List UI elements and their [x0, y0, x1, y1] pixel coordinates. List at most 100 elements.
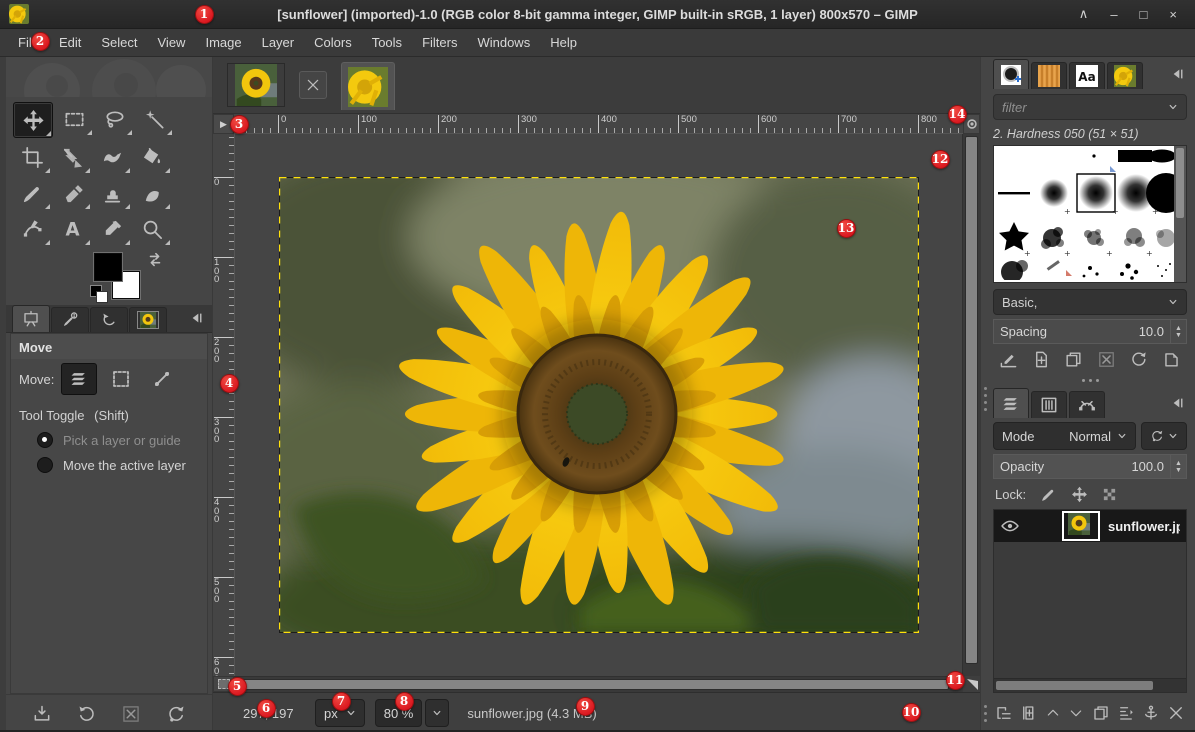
tab-tool-options[interactable] — [12, 305, 50, 332]
spacing-spinner[interactable]: ▲ ▼ — [1170, 320, 1186, 343]
layer-list-scrollbar[interactable] — [994, 678, 1186, 692]
brush-grid[interactable]: + + + + + + + — [993, 145, 1187, 283]
lower-layer-icon[interactable] — [1068, 705, 1084, 721]
reset-preset-icon[interactable] — [166, 704, 186, 724]
sunflower-image[interactable] — [279, 177, 919, 633]
move-path-button[interactable] — [145, 364, 179, 394]
free-select-tool[interactable] — [95, 102, 133, 136]
new-layer-group-icon[interactable] — [1020, 704, 1038, 722]
tab-channels[interactable] — [1031, 391, 1067, 418]
color-picker-tool[interactable] — [93, 212, 131, 246]
layer-mode-dropdown[interactable]: Mode Normal — [993, 422, 1136, 450]
lock-position-icon[interactable] — [1071, 486, 1088, 503]
menu-item-select[interactable]: Select — [91, 31, 147, 54]
horizontal-scrollbar[interactable] — [234, 676, 963, 692]
new-brush-icon[interactable] — [1032, 350, 1051, 369]
anchor-layer-icon[interactable] — [1142, 704, 1160, 722]
eraser-tool[interactable] — [53, 176, 91, 210]
tab-undo-history[interactable] — [90, 307, 128, 332]
vertical-ruler[interactable]: 0 100 200 300 400 500 600 — [213, 134, 235, 676]
swap-colors-icon[interactable] — [146, 251, 164, 269]
spacing-slider[interactable]: Spacing 10.0 ▲ ▼ — [993, 319, 1187, 344]
tab-device-status[interactable] — [51, 307, 89, 332]
tab-fonts[interactable]: Aa — [1069, 62, 1105, 89]
tab-brushes[interactable] — [993, 59, 1029, 89]
tab-layers[interactable] — [993, 388, 1029, 418]
paintbrush-tool[interactable] — [13, 176, 51, 210]
move-selection-button[interactable] — [104, 364, 138, 394]
brush-grid-scrollbar[interactable] — [1174, 146, 1186, 282]
tab-paths[interactable] — [1069, 391, 1105, 418]
bucket-fill-tool[interactable] — [133, 140, 171, 174]
menu-item-windows[interactable]: Windows — [467, 31, 540, 54]
vertical-scrollbar[interactable] — [962, 134, 980, 676]
close-button[interactable]: × — [1169, 7, 1177, 22]
brush-filter-input[interactable]: filter — [993, 94, 1187, 120]
rectangle-select-tool[interactable] — [55, 102, 93, 136]
navigation-icon[interactable] — [963, 676, 980, 692]
open-brush-icon[interactable] — [1162, 350, 1181, 369]
dock-grip[interactable] — [984, 387, 987, 411]
restore-preset-icon[interactable] — [77, 704, 97, 724]
lock-alpha-icon[interactable] — [1102, 487, 1117, 502]
merge-layer-icon[interactable] — [1117, 704, 1135, 722]
layer-list-empty[interactable] — [994, 542, 1186, 678]
radio-move-active[interactable] — [37, 457, 53, 473]
menu-item-image[interactable]: Image — [195, 31, 251, 54]
duplicate-layer-icon[interactable] — [1092, 704, 1110, 722]
crop-tool[interactable] — [13, 140, 51, 174]
fuzzy-select-tool[interactable] — [135, 102, 173, 136]
paths-tool[interactable] — [13, 212, 51, 246]
warp-transform-tool[interactable] — [93, 140, 131, 174]
shade-button[interactable]: ∧ — [1079, 6, 1089, 22]
menu-item-tools[interactable]: Tools — [362, 31, 412, 54]
text-tool[interactable] — [53, 212, 91, 246]
dock-grip-2[interactable] — [984, 705, 987, 722]
tab-image-thumbnail[interactable] — [129, 307, 167, 332]
delete-preset-icon[interactable] — [121, 704, 141, 724]
dock-splitter[interactable] — [993, 374, 1187, 386]
menu-item-help[interactable]: Help — [540, 31, 587, 54]
maximize-button[interactable]: □ — [1140, 7, 1148, 22]
opacity-spinner[interactable]: ▲ ▼ — [1170, 455, 1186, 478]
image-tab-flower2[interactable] — [341, 61, 395, 110]
lock-pixels-icon[interactable] — [1040, 486, 1057, 503]
raise-layer-icon[interactable] — [1045, 705, 1061, 721]
horizontal-ruler[interactable]: 0 100 200 300 400 500 600 700 800 — [234, 114, 963, 134]
minimize-button[interactable]: – — [1110, 7, 1117, 22]
layer-row-sunflower[interactable]: sunflower.jpg — [994, 510, 1186, 542]
duplicate-brush-icon[interactable] — [1064, 350, 1083, 369]
menu-item-edit[interactable]: Edit — [49, 31, 91, 54]
new-layer-icon[interactable] — [995, 704, 1013, 722]
dock-menu-icon[interactable] — [190, 311, 204, 325]
delete-brush-icon[interactable] — [1097, 350, 1116, 369]
canvas-viewport[interactable] — [235, 134, 962, 676]
tab-gradients[interactable] — [1107, 62, 1143, 89]
smudge-tool[interactable] — [133, 176, 171, 210]
zoom-dropdown-button[interactable] — [425, 699, 450, 727]
foreground-color-swatch[interactable] — [94, 253, 122, 281]
refresh-brushes-icon[interactable] — [1129, 350, 1148, 369]
delete-layer-icon[interactable] — [1167, 704, 1185, 722]
unified-transform-tool[interactable] — [53, 140, 91, 174]
close-image-icon[interactable] — [299, 71, 327, 99]
layer-visibility-icon[interactable] — [1000, 516, 1020, 536]
clone-tool[interactable] — [93, 176, 131, 210]
brush-tag-dropdown[interactable]: Basic, — [993, 289, 1187, 315]
dock-menu-icon[interactable] — [1171, 396, 1185, 410]
default-colors-icon-bg[interactable] — [96, 291, 108, 303]
move-layer-button[interactable] — [61, 363, 98, 395]
tab-patterns[interactable] — [1031, 62, 1067, 89]
dock-menu-icon[interactable] — [1171, 67, 1185, 81]
menu-item-view[interactable]: View — [148, 31, 196, 54]
mode-switch-button[interactable] — [1141, 422, 1187, 450]
save-preset-icon[interactable] — [32, 704, 52, 724]
move-tool[interactable] — [13, 102, 53, 138]
menu-item-colors[interactable]: Colors — [304, 31, 362, 54]
menu-item-layer[interactable]: Layer — [252, 31, 305, 54]
opacity-slider[interactable]: Opacity 100.0 ▲ ▼ — [993, 454, 1187, 479]
edit-brush-icon[interactable] — [999, 350, 1018, 369]
image-tab-sunflower[interactable] — [227, 63, 285, 107]
menu-item-filters[interactable]: Filters — [412, 31, 467, 54]
radio-pick-layer[interactable] — [37, 432, 53, 448]
